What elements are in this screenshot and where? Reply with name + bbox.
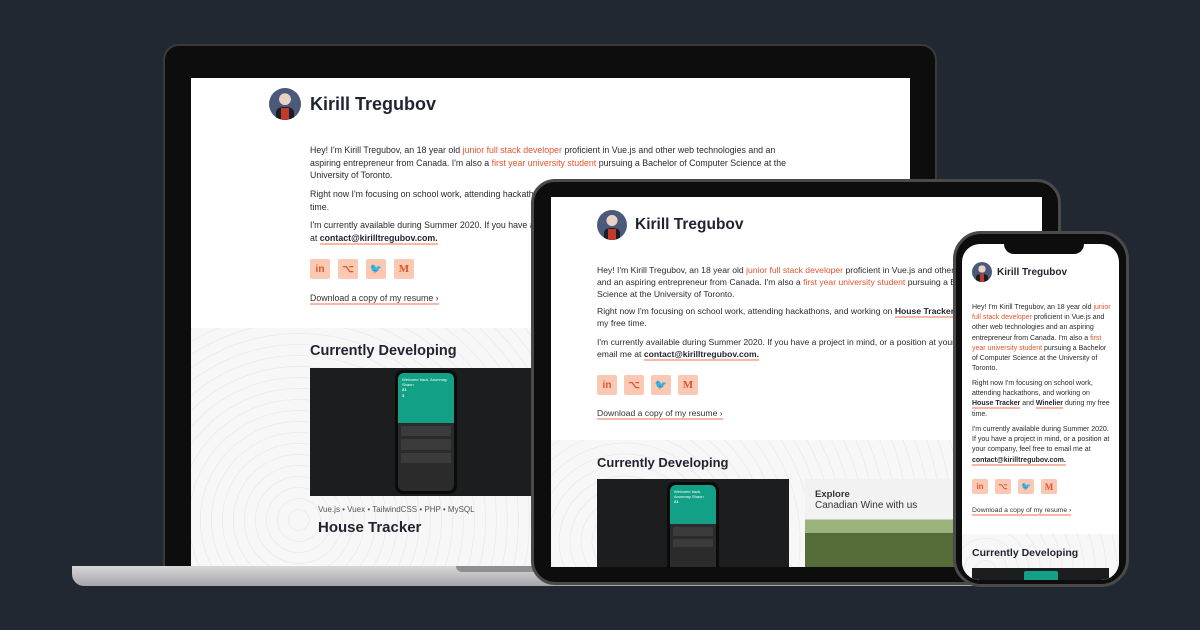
social-links: in ⌥ 🐦 M xyxy=(310,259,414,279)
github-icon[interactable]: ⌥ xyxy=(624,375,644,395)
site-header: Kirill Tregubov xyxy=(972,262,1067,282)
linkedin-icon[interactable]: in xyxy=(597,375,617,395)
github-icon[interactable]: ⌥ xyxy=(995,479,1011,494)
role-link[interactable]: junior full stack developer xyxy=(746,265,843,275)
site-name[interactable]: Kirill Tregubov xyxy=(635,216,744,234)
email-link[interactable]: contact@kirilltregubov.com. xyxy=(643,349,759,361)
winelier-link[interactable]: Winelier xyxy=(1035,400,1063,410)
phone-screen: Kirill Tregubov Hey! I'm Kirill Tregubov… xyxy=(962,244,1119,580)
wine-explore: Explore xyxy=(815,489,850,500)
role-link[interactable]: junior full stack developer xyxy=(463,145,562,155)
school-link[interactable]: first year university student xyxy=(803,277,905,287)
project-card-image[interactable]: Welcome back, Anonmay Shaon 21 xyxy=(597,479,789,567)
availability-paragraph: I'm currently available during Summer 20… xyxy=(972,426,1110,466)
site-name[interactable]: Kirill Tregubov xyxy=(997,267,1067,278)
project-card-image[interactable] xyxy=(972,568,1109,580)
house-tracker-link[interactable]: House Tracker xyxy=(972,400,1021,410)
wine-subtitle: Canadian Wine with us xyxy=(815,500,918,511)
phone-notch xyxy=(1004,238,1084,254)
medium-icon[interactable]: M xyxy=(678,375,698,395)
intro-paragraph: Hey! I'm Kirill Tregubov, an 18 year old… xyxy=(972,304,1111,373)
linkedin-icon[interactable]: in xyxy=(972,479,988,494)
focus-paragraph: Right now I'm focusing on school work, a… xyxy=(972,380,1110,418)
avatar[interactable] xyxy=(269,88,301,120)
section-title: Currently Developing xyxy=(310,343,457,359)
project-tech-stack: Vue.js • Vuex • TailwindCSS • PHP • MySQ… xyxy=(318,505,475,514)
intro-paragraph: Hey! I'm Kirill Tregubov, an 18 year old… xyxy=(310,145,786,180)
medium-icon[interactable]: M xyxy=(394,259,414,279)
app-phone-mockup: Welcome back, Anonmay Shaon 21 3 xyxy=(395,370,457,494)
section-title: Currently Developing xyxy=(972,547,1079,559)
site-name[interactable]: Kirill Tregubov xyxy=(310,94,436,115)
twitter-icon[interactable]: 🐦 xyxy=(1018,479,1034,494)
resume-link[interactable]: Download a copy of my resume › xyxy=(972,507,1072,516)
site-header: Kirill Tregubov xyxy=(269,88,436,120)
medium-icon[interactable]: M xyxy=(1041,479,1057,494)
email-link[interactable]: contact@kirilltregubov.com. xyxy=(319,232,438,245)
app-phone-mockup: Welcome back, Anonmay Shaon 21 xyxy=(667,482,719,567)
school-link[interactable]: first year university student xyxy=(492,158,597,168)
avatar[interactable] xyxy=(972,262,992,282)
resume-link[interactable]: Download a copy of my resume › xyxy=(310,293,439,305)
twitter-icon[interactable]: 🐦 xyxy=(651,375,671,395)
section-title: Currently Developing xyxy=(597,455,729,470)
social-links: in ⌥ 🐦 M xyxy=(972,479,1057,494)
linkedin-icon[interactable]: in xyxy=(310,259,330,279)
email-link[interactable]: contact@kirilltregubov.com. xyxy=(972,456,1066,466)
avatar[interactable] xyxy=(597,210,627,240)
project-card-image[interactable]: Welcome back, Anonmay Shaon 21 3 xyxy=(310,368,540,496)
app-phone-mockup xyxy=(1024,571,1058,580)
github-icon[interactable]: ⌥ xyxy=(338,259,358,279)
site-header: Kirill Tregubov xyxy=(597,210,744,240)
resume-link[interactable]: Download a copy of my resume › xyxy=(597,408,723,420)
project-title[interactable]: House Tracker xyxy=(318,519,421,536)
social-links: in ⌥ 🐦 M xyxy=(597,375,698,395)
house-tracker-link[interactable]: House Tracker xyxy=(894,306,955,318)
twitter-icon[interactable]: 🐦 xyxy=(366,259,386,279)
